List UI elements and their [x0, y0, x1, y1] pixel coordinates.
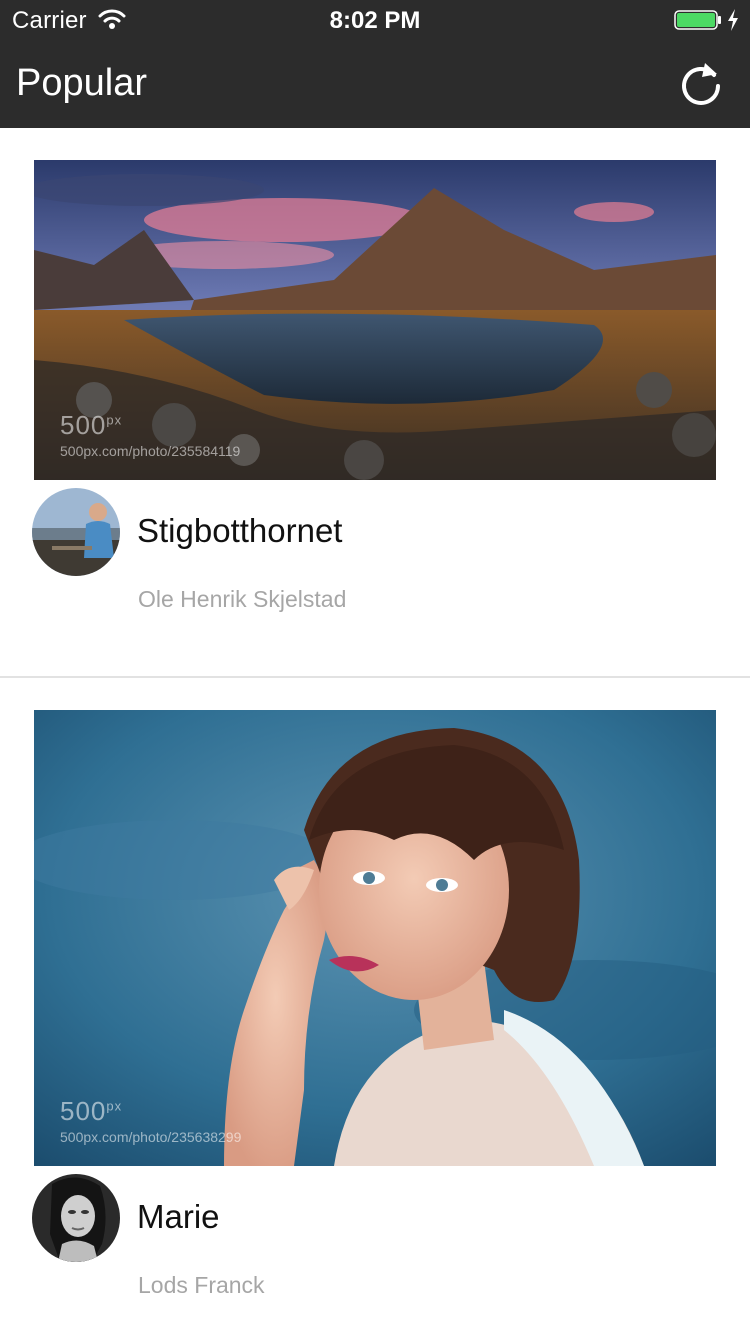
avatar[interactable]: [32, 1174, 120, 1262]
refresh-icon[interactable]: [678, 60, 724, 106]
photo-title: Marie: [137, 1198, 220, 1235]
photo-watermark: 500px 500px.com/photo/235638299: [60, 1096, 241, 1145]
page-title: Popular: [16, 62, 147, 104]
watermark-logo: 500px: [60, 410, 123, 440]
charging-bolt-icon: [728, 9, 738, 31]
watermark-logo: 500px: [60, 1096, 123, 1126]
photo-image[interactable]: 500px 500px.com/photo/235584119: [34, 160, 716, 480]
avatar[interactable]: [32, 488, 120, 576]
battery-icon: [674, 10, 721, 30]
avatar-photo: [32, 488, 120, 576]
photo-author[interactable]: Lods Franck: [138, 1272, 265, 1299]
photo-title: Stigbotthornet: [137, 512, 343, 549]
photo-watermark: 500px 500px.com/photo/235584119: [60, 410, 240, 459]
watermark-url: 500px.com/photo/235638299: [60, 1129, 242, 1145]
status-bar: Carrier 8:02 PM: [0, 0, 750, 40]
photo-card[interactable]: 500px 500px.com/photo/235638299 Marie Lo…: [0, 678, 750, 1334]
status-time: 8:02 PM: [329, 7, 421, 34]
photo-image[interactable]: 500px 500px.com/photo/235638299: [34, 710, 716, 1166]
watermark-url: 500px.com/photo/235584119: [60, 443, 241, 459]
avatar-photo: [32, 1174, 120, 1262]
photo-author[interactable]: Ole Henrik Skjelstad: [138, 586, 346, 613]
photo-card[interactable]: 500px 500px.com/photo/235584119 Stigbott…: [0, 128, 750, 678]
navigation-bar: Carrier 8:02 PM Popular: [0, 0, 750, 128]
